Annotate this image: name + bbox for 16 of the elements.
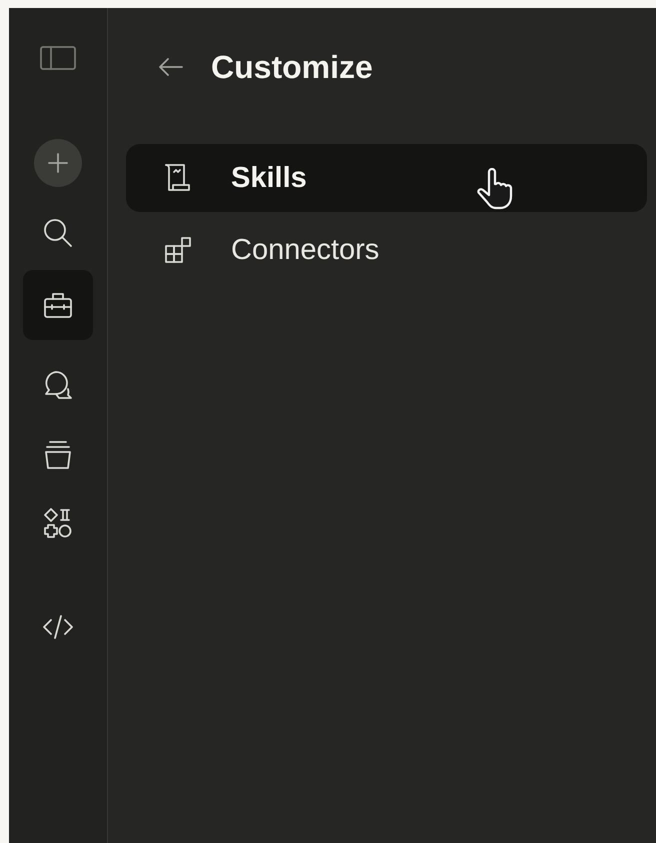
- scroll-icon: [164, 163, 192, 193]
- plus-icon: [34, 139, 82, 187]
- tray-icon: [43, 439, 73, 471]
- sidebar-icon: [40, 44, 76, 72]
- blocks-icon: [164, 236, 192, 264]
- sidebar-button[interactable]: [23, 270, 93, 340]
- hand-cursor-icon: [475, 168, 515, 210]
- back-button[interactable]: [156, 55, 186, 79]
- page-title: Customize: [211, 48, 373, 86]
- chat-bubbles-icon: [42, 369, 74, 401]
- search-icon: [43, 218, 73, 248]
- toolbox-icon: [43, 291, 73, 319]
- menu-item[interactable]: Connectors: [126, 216, 647, 284]
- shapes-icon: [43, 507, 73, 539]
- code-icon: [42, 613, 74, 641]
- menu-item[interactable]: Skills: [126, 144, 647, 212]
